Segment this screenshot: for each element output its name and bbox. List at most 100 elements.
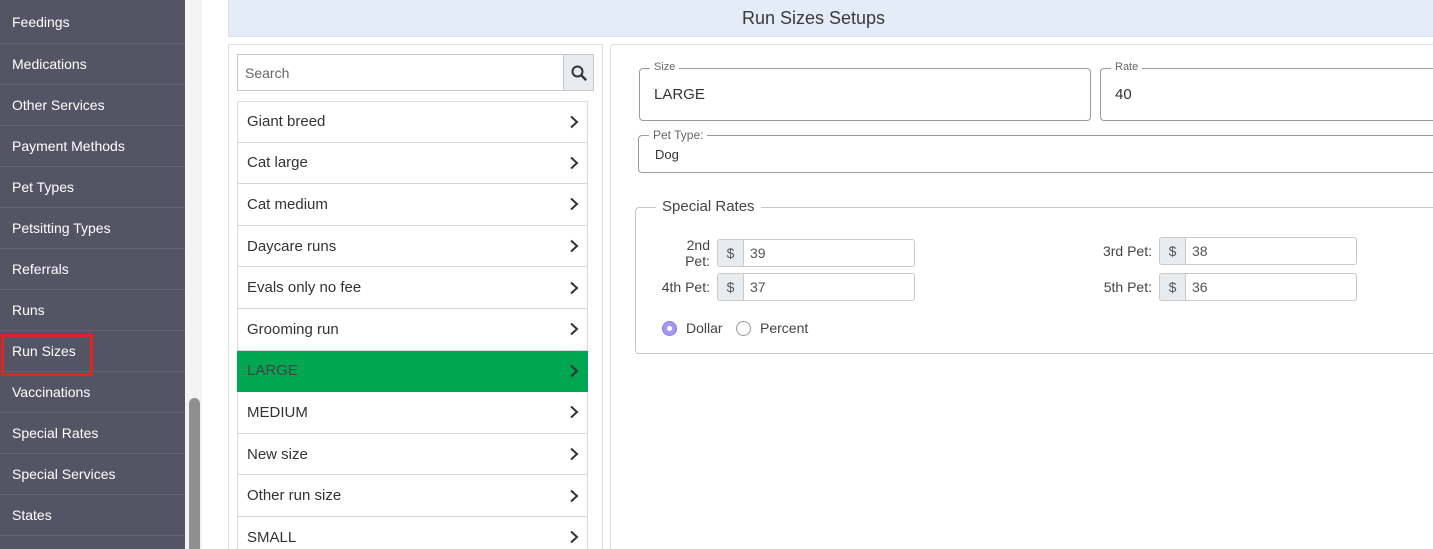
pet5-rate-label: 5th Pet: [1103,279,1152,295]
page-header: Run Sizes Setups [228,0,1433,37]
pet-type-value: Dog [655,147,679,162]
list-item[interactable]: SMALL [237,516,588,549]
chevron-right-icon [570,364,579,378]
percent-radio[interactable]: Percent [736,320,808,336]
pet-type-label: Pet Type: [649,128,708,142]
size-field[interactable]: Size LARGE [639,61,1091,121]
sidebar-item-vaccinations[interactable]: Vaccinations [0,372,185,413]
list-item-label: LARGE [247,362,298,380]
chevron-right-icon [570,115,579,129]
list-item-label: Cat medium [247,195,328,213]
list-item-label: Daycare runs [247,237,337,255]
list-item[interactable]: New size [237,433,588,476]
search-icon [571,65,587,81]
sidebar-item-medications[interactable]: Medications [0,44,185,85]
special-rates-fieldset: Special Rates 2nd Pet: $ 39 3rd Pet: $ 3… [635,198,1433,354]
list-item[interactable]: Giant breed [237,101,588,143]
sidebar-item-label: Pet Types [12,179,75,195]
pet2-rate-row: 2nd Pet: $ 39 [658,237,915,269]
sidebar-item-run-sizes[interactable]: Run Sizes [0,331,185,376]
pet5-rate-row: 5th Pet: $ 36 [1100,273,1357,301]
chevron-right-icon [570,323,579,336]
sidebar-item-label: Payment Methods [12,138,125,154]
pet3-rate-input[interactable]: 38 [1185,237,1357,265]
pet3-rate-label: 3rd Pet: [1102,243,1152,259]
list-item[interactable]: Other run size [237,475,588,517]
list-item-label: Evals only no fee [247,279,362,297]
sidebar-item-referrals[interactable]: Referrals [0,249,185,290]
search-button[interactable] [563,54,594,91]
pet4-rate-row: 4th Pet: $ 37 [658,273,915,301]
sidebar-item-special-services[interactable]: Special Services [0,454,185,495]
dollar-addon: $ [1159,237,1185,265]
chevron-right-icon [570,447,579,461]
search-bar [237,54,594,91]
pet2-rate-input[interactable]: 39 [743,239,915,267]
pet2-rate-label: 2nd Pet: [685,237,710,269]
sidebar-item-label: Special Services [12,466,116,482]
sidebar-item-runs[interactable]: Runs [0,290,185,331]
dollar-radio-label: Dollar [686,320,723,336]
list-item-label: Cat large [247,154,308,172]
rate-field-value: 40 [1115,86,1132,103]
chevron-right-icon [570,281,579,294]
chevron-right-icon [570,530,579,544]
pet5-rate-input[interactable]: 36 [1185,273,1357,301]
run-size-list: Giant breed Cat large Cat medium Daycare… [237,101,588,549]
dollar-addon: $ [1159,273,1185,301]
sidebar-item-pet-types[interactable]: Pet Types [0,167,185,208]
sidebar-item-label: Runs [12,302,45,318]
sidebar-item-label: Special Rates [12,425,99,441]
sidebar-item-payment-methods[interactable]: Payment Methods [0,126,185,167]
sidebar-item-petsitting-types[interactable]: Petsitting Types [0,208,185,249]
sidebar-item-special-rates[interactable]: Special Rates [0,413,185,454]
radio-unselected-icon [736,320,751,336]
list-item[interactable]: Daycare runs [237,225,588,268]
list-item-label: Grooming run [247,320,339,338]
chevron-right-icon [570,156,579,170]
search-input[interactable] [237,54,563,91]
list-item-label: SMALL [247,528,297,546]
dollar-addon: $ [717,273,743,301]
sidebar: Feedings Medications Other Services Paym… [0,0,185,549]
list-item[interactable]: Evals only no fee [237,267,588,309]
list-item[interactable]: Cat medium [237,184,588,226]
list-item[interactable]: MEDIUM [237,392,588,434]
rate-field-label: Rate [1111,61,1143,73]
sidebar-item-feedings[interactable]: Feedings [0,0,185,44]
chevron-right-icon [570,198,579,211]
sidebar-item-label: Run Sizes [12,343,76,359]
run-size-list-panel: Giant breed Cat large Cat medium Daycare… [228,44,603,549]
sidebar-item-label: Petsitting Types [12,220,111,236]
radio-selected-icon [662,320,677,336]
sidebar-item-label: Feedings [12,13,70,30]
sidebar-item-label: Vaccinations [12,384,91,400]
percent-radio-label: Percent [760,320,809,336]
dollar-addon: $ [717,239,743,267]
sidebar-item-other-services[interactable]: Other Services [0,85,185,126]
rate-field[interactable]: Rate 40 [1100,61,1433,121]
size-field-value: LARGE [654,86,705,103]
size-field-label: Size [650,61,680,73]
list-item-label: Other run size [247,487,342,505]
list-item-selected[interactable]: LARGE [237,350,588,393]
sidebar-item-states[interactable]: States [0,495,185,536]
sidebar-item-label: Referrals [12,261,69,277]
run-size-form: Size LARGE Rate 40 Pet Type: Dog Special… [610,44,1433,549]
page-title: Run Sizes Setups [741,7,886,28]
chevron-right-icon [570,406,579,419]
list-item-label: New size [247,445,308,463]
dollar-radio[interactable]: Dollar [662,320,723,336]
pet4-rate-label: 4th Pet: [661,279,710,295]
sidebar-scrollbar-thumb[interactable] [189,398,200,549]
sidebar-item-label: Medications [12,56,87,72]
special-rates-legend: Special Rates [656,198,761,215]
list-item[interactable]: Cat large [237,142,588,185]
pet-type-select[interactable]: Pet Type: Dog [638,128,1433,173]
list-item-label: MEDIUM [247,403,308,421]
list-item[interactable]: Grooming run [237,308,588,351]
sidebar-item-label: States [12,507,52,523]
pet4-rate-input[interactable]: 37 [743,273,915,301]
chevron-right-icon [570,489,579,502]
chevron-right-icon [570,239,579,253]
